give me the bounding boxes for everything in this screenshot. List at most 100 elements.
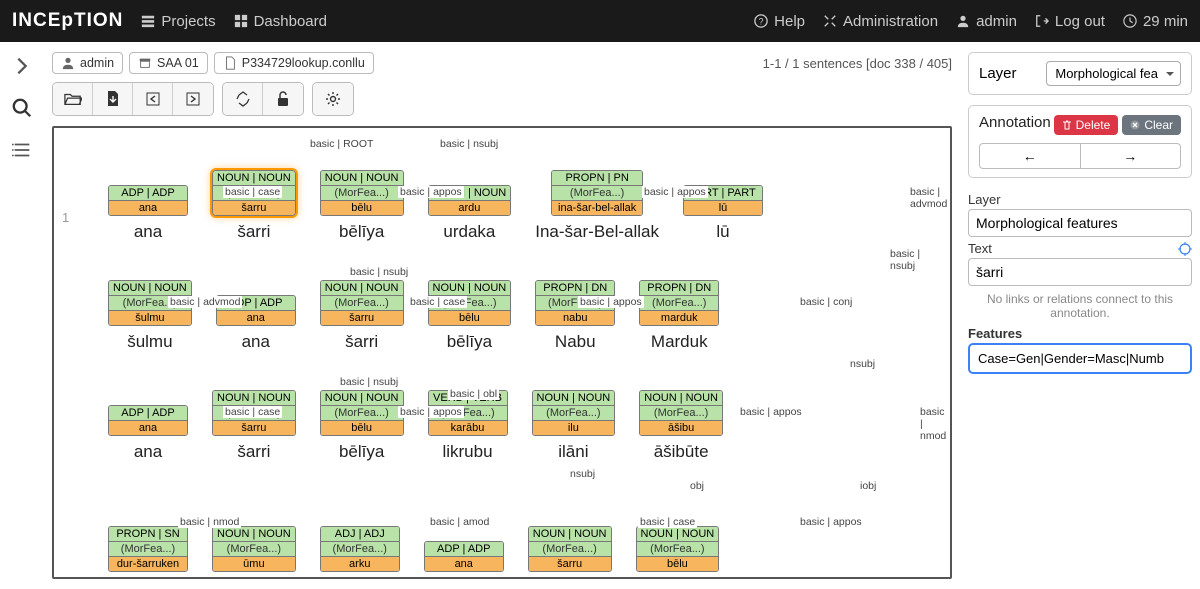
nav-administration[interactable]: Administration <box>823 13 938 30</box>
nav-logout[interactable]: Log out <box>1035 13 1105 30</box>
open-button[interactable] <box>53 83 93 115</box>
arc-label[interactable]: basic | obl <box>448 388 499 400</box>
prev-button[interactable] <box>133 83 173 115</box>
help-icon: ? <box>754 14 768 28</box>
token[interactable]: PROPN | DN(MorFea...)nabuNabu <box>535 280 615 352</box>
reset-button[interactable] <box>223 83 263 115</box>
lock-button[interactable] <box>263 83 303 115</box>
token[interactable]: PROPN | PN(MorFea...)ina-šar-bel-allakIn… <box>535 170 659 242</box>
user-icon <box>61 56 75 70</box>
gear-icon <box>325 91 341 107</box>
clear-button[interactable]: Clear <box>1122 115 1181 135</box>
layer-select-value: Morphological fea <box>1055 66 1158 81</box>
bc-user[interactable]: admin <box>52 52 123 74</box>
rail-search[interactable] <box>6 92 38 124</box>
annotation-line: basic | ROOT basic | case basic | appos bas… <box>58 138 946 248</box>
prev-icon <box>146 92 160 106</box>
recycle-icon <box>235 91 251 107</box>
nav-projects-label: Projects <box>161 13 215 30</box>
token[interactable]: NOUN | NOUN(MorFea...)bēlu <box>636 526 720 572</box>
layer-select[interactable]: Morphological fea <box>1046 61 1181 86</box>
token[interactable]: ADJ | ADJ(MorFea...)arku <box>320 526 400 572</box>
token-surface: šarri <box>237 222 270 242</box>
token[interactable]: NOUN | NOUN(MorFea...)šulmušulmu <box>108 280 192 352</box>
token[interactable]: NOUN | NOUN(MorFea...)bēlubēlīya <box>320 170 404 242</box>
rail-expand[interactable] <box>6 50 38 82</box>
token[interactable]: NOUN | NOUN(MorFea...)bēlubēlīya <box>320 390 404 462</box>
token-surface: āšibūte <box>654 442 709 462</box>
token[interactable]: PROPN | SN(MorFea...)dur-šarruken <box>108 526 188 572</box>
token[interactable]: NOUN | NOUN(MorFea...)āšibuāšibūte <box>639 390 723 462</box>
target-icon[interactable] <box>1178 242 1192 256</box>
arc-label[interactable]: basic | appos <box>642 186 708 198</box>
arc-label[interactable]: basic | conj <box>798 296 854 308</box>
arc-label[interactable]: basic | appos <box>398 406 464 418</box>
next-button[interactable] <box>173 83 213 115</box>
token-surface: Marduk <box>651 332 708 352</box>
token[interactable]: ADP | ADPana <box>424 541 504 572</box>
bc-project[interactable]: SAA 01 <box>129 52 208 74</box>
layer-field[interactable] <box>968 209 1192 237</box>
arc-label[interactable]: basic | advmod <box>168 296 242 308</box>
arc-label[interactable]: basic | appos <box>398 186 464 198</box>
main: admin SAA 01 P334729lookup.conllu 1-1 / … <box>0 42 1200 589</box>
token[interactable]: NOUN | NOUN(MorFea...)ūmu <box>212 526 296 572</box>
nav-prev[interactable]: ← <box>980 144 1081 168</box>
arc-label[interactable]: basic | case <box>408 296 467 308</box>
arc-label[interactable]: basic | nsubj <box>348 266 410 278</box>
token[interactable]: NOUN | NOUN(MorFea...)iluilāni <box>532 390 616 462</box>
arc-label[interactable]: basic | appos <box>798 516 864 528</box>
token[interactable]: ADP | ADPanaana <box>108 185 188 242</box>
arc-label[interactable]: nsubj <box>848 358 877 370</box>
arc-label[interactable]: basic | nsubj <box>338 376 400 388</box>
archive-icon <box>138 56 152 70</box>
arc-label[interactable]: basic | case <box>638 516 697 528</box>
nav-user[interactable]: admin <box>956 13 1017 30</box>
arc-label[interactable]: basic | advmod <box>908 186 949 210</box>
token-surface: bēlīya <box>339 442 384 462</box>
nav-dashboard[interactable]: Dashboard <box>234 13 327 30</box>
settings-button[interactable] <box>313 83 353 115</box>
arc-label[interactable]: obj <box>688 480 706 492</box>
token[interactable]: NOUN | NOUN(MorFea...)šarru <box>528 526 612 572</box>
arc-label[interactable]: basic | ROOT <box>308 138 375 150</box>
annotation-canvas[interactable]: 1 basic | ROOTbasic | casebasic | apposb… <box>52 126 952 579</box>
bc-document[interactable]: P334729lookup.conllu <box>214 52 374 74</box>
token[interactable]: VERB | VERB(MorFea...)karābulikrubu <box>428 390 508 462</box>
arc-label[interactable]: basic | case <box>223 186 282 198</box>
rail-list[interactable] <box>6 134 38 166</box>
token[interactable]: ADP | ADPanaana <box>108 405 188 462</box>
features-input[interactable]: Case=Gen|Gender=Masc|Numb <box>968 343 1192 374</box>
toolbar <box>52 82 952 116</box>
arc-label[interactable]: iobj <box>858 480 878 492</box>
annotation-line: basic | advmod basic | nsubj basic | case b… <box>58 248 946 358</box>
arc-label[interactable]: basic | appos <box>578 296 644 308</box>
token-surface: lū <box>716 222 729 242</box>
token-surface: urdaka <box>443 222 495 242</box>
arc-label[interactable]: basic | appos <box>738 406 804 418</box>
nav-next[interactable]: → <box>1081 144 1181 168</box>
export-button[interactable] <box>93 83 133 115</box>
annotation-title: Annotation <box>979 114 1051 131</box>
arc-label[interactable]: basic | amod <box>428 516 491 528</box>
arc-label[interactable]: basic | nmod <box>918 406 948 442</box>
arc-label[interactable]: basic | nmod <box>178 516 241 528</box>
token[interactable]: NOUN | NOUN(MorFea...)šarrušarri <box>320 280 404 352</box>
arc-label[interactable]: basic | nsubj <box>438 138 500 150</box>
center-panel: admin SAA 01 P334729lookup.conllu 1-1 / … <box>44 42 960 589</box>
token-surface: likrubu <box>442 442 492 462</box>
arc-label[interactable]: nsubj <box>568 468 597 480</box>
token[interactable]: NOUN | NOUN(MorFea...)šarrušarri <box>212 390 296 462</box>
text-field[interactable] <box>968 258 1192 286</box>
topbar: INCEpTION Projects Dashboard ? Help Admi… <box>0 0 1200 42</box>
token[interactable]: NOUN | NOUN(MorFea...)šarrušarri <box>212 170 296 242</box>
annotation-panel: Annotation Delete Clear ← → <box>968 105 1192 178</box>
arc-label[interactable]: basic | nsubj <box>888 248 946 272</box>
token[interactable]: PROPN | DN(MorFea...)mardukMarduk <box>639 280 719 352</box>
token-surface: ana <box>134 442 162 462</box>
token[interactable]: NOUN | NOUN(MorFea...)bēlubēlīya <box>428 280 512 352</box>
nav-projects[interactable]: Projects <box>141 13 215 30</box>
nav-help[interactable]: ? Help <box>754 13 805 30</box>
arc-label[interactable]: basic | case <box>223 406 282 418</box>
delete-button[interactable]: Delete <box>1054 115 1119 135</box>
